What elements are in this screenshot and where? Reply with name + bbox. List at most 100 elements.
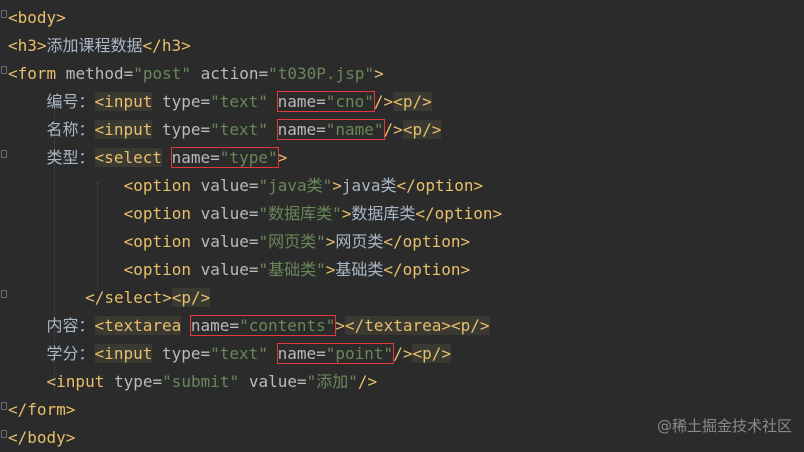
token-tag: <input	[94, 344, 153, 363]
code-line-8[interactable]: <option value="数据库类">数据库类</option>	[8, 200, 503, 228]
token-string: "网页类"	[258, 232, 326, 251]
token-text: 类型：	[46, 148, 95, 167]
token-tag: </option>	[396, 176, 484, 195]
token-string: "contents"	[239, 316, 336, 335]
token-attribute: value=	[191, 260, 259, 279]
token-tag: <option	[123, 176, 192, 195]
token-tag: <option	[123, 204, 192, 223]
fold-marker-body[interactable]	[1, 10, 7, 18]
token-text: 学分：	[46, 344, 95, 363]
token-tag: <input	[94, 120, 153, 139]
code-line-10[interactable]: <option value="基础类">基础类</option>	[8, 256, 471, 284]
token-string: "point"	[325, 344, 394, 363]
code-line-4[interactable]: 编号：<input type="text" name="cno"/><p/>	[8, 88, 432, 116]
token-text: java类	[341, 176, 397, 195]
token-string: "数据库类"	[258, 204, 342, 223]
token-tag: />	[383, 120, 403, 139]
token-attribute: type=	[152, 92, 211, 111]
token-tag: <h3>	[8, 36, 47, 55]
fold-marker-form[interactable]	[1, 66, 7, 74]
code-line-6[interactable]: 类型：<select name="type">	[8, 144, 287, 172]
token-tag: >	[341, 204, 352, 223]
token-tag: />	[357, 372, 378, 391]
token-tag: <option	[123, 260, 192, 279]
token-attribute: value=	[239, 372, 307, 391]
token-attribute: name=	[277, 344, 326, 363]
fold-marker-select[interactable]	[1, 150, 7, 158]
token-tag: </option>	[383, 260, 471, 279]
token-text: 网页类	[335, 232, 384, 251]
token-tag: <p/>	[412, 344, 451, 363]
highlight-box-name-name: name="name"	[276, 119, 385, 140]
token-text: 添加课程数据	[46, 36, 143, 55]
token-string: "t030P.jsp"	[268, 64, 375, 83]
token-attribute: type=	[152, 344, 211, 363]
token-attribute: name=	[171, 148, 220, 167]
token-tag: >	[374, 64, 384, 83]
code-line-1[interactable]: <body>	[8, 4, 66, 32]
highlight-box-name-point: name="point"	[276, 343, 395, 364]
code-line-12[interactable]: 内容：<textarea name="contents"></textarea>…	[8, 312, 490, 340]
token-text: 名称：	[46, 120, 95, 139]
token-tag: >	[332, 176, 342, 195]
token-tag: </option>	[383, 232, 471, 251]
token-text: 内容：	[46, 316, 95, 335]
token-string: "type"	[219, 148, 278, 167]
token-tag: >	[325, 232, 336, 251]
token-tag: <option	[123, 232, 192, 251]
code-line-9[interactable]: <option value="网页类">网页类</option>	[8, 228, 471, 256]
token-attribute: action=	[191, 64, 269, 83]
token-string: "submit"	[162, 372, 240, 391]
token-tag: </option>	[415, 204, 503, 223]
code-line-14[interactable]: <input type="submit" value="添加"/>	[8, 368, 378, 396]
token-tag: </body>	[8, 428, 76, 447]
code-editor[interactable]: <body> <h3>添加课程数据</h3> <form method="pos…	[0, 0, 804, 452]
fold-marker-select-end[interactable]	[1, 290, 7, 298]
token-tag: <textarea	[94, 316, 182, 335]
token-tag: <p/>	[451, 316, 490, 335]
token-tag: <input	[94, 92, 153, 111]
token-tag: <body>	[8, 8, 66, 27]
token-string: "name"	[325, 120, 384, 139]
token-attribute: value=	[191, 204, 259, 223]
token-string: "post"	[133, 64, 192, 83]
token-tag: />	[373, 92, 394, 111]
code-line-11[interactable]: </select><p/>	[8, 284, 211, 312]
watermark: @稀土掘金技术社区	[656, 417, 792, 435]
token-string: "cno"	[325, 92, 374, 111]
token-attribute: method=	[56, 64, 134, 83]
token-string: "添加"	[306, 372, 358, 391]
token-string: "基础类"	[258, 260, 326, 279]
token-string: "text"	[210, 92, 268, 111]
token-tag: >	[277, 148, 288, 167]
token-tag: <p/>	[393, 92, 432, 111]
token-tag: </select>	[85, 288, 172, 307]
highlight-box-name-cno: name="cno"	[276, 91, 375, 112]
token-text: 数据库类	[351, 204, 416, 223]
token-string: "text"	[210, 120, 268, 139]
token-text: 基础类	[335, 260, 384, 279]
code-line-5[interactable]: 名称：<input type="text" name="name"/><p/>	[8, 116, 442, 144]
code-line-15[interactable]: </form>	[8, 396, 75, 424]
code-line-13[interactable]: 学分：<input type="text" name="point"/><p/>	[8, 340, 451, 368]
token-tag: <select	[94, 148, 162, 167]
code-line-3[interactable]: <form method="post" action="t030P.jsp">	[8, 60, 384, 88]
token-tag: <form	[8, 64, 57, 83]
fold-marker-body-end[interactable]	[1, 430, 7, 438]
fold-marker-form-end[interactable]	[1, 402, 7, 410]
code-line-2[interactable]: <h3>添加课程数据</h3>	[8, 32, 191, 60]
code-line-7[interactable]: <option value="java类">java类</option>	[8, 172, 484, 200]
token-tag: </textarea>	[345, 316, 451, 335]
token-attribute: value=	[191, 176, 259, 195]
token-tag: />	[393, 344, 413, 363]
code-line-16[interactable]: </body>	[8, 424, 75, 452]
token-attribute: name=	[277, 120, 326, 139]
highlight-box-name-type: name="type"	[170, 147, 279, 168]
token-attribute: name=	[277, 92, 326, 111]
token-attribute: name=	[190, 316, 240, 335]
token-string: "text"	[210, 344, 268, 363]
